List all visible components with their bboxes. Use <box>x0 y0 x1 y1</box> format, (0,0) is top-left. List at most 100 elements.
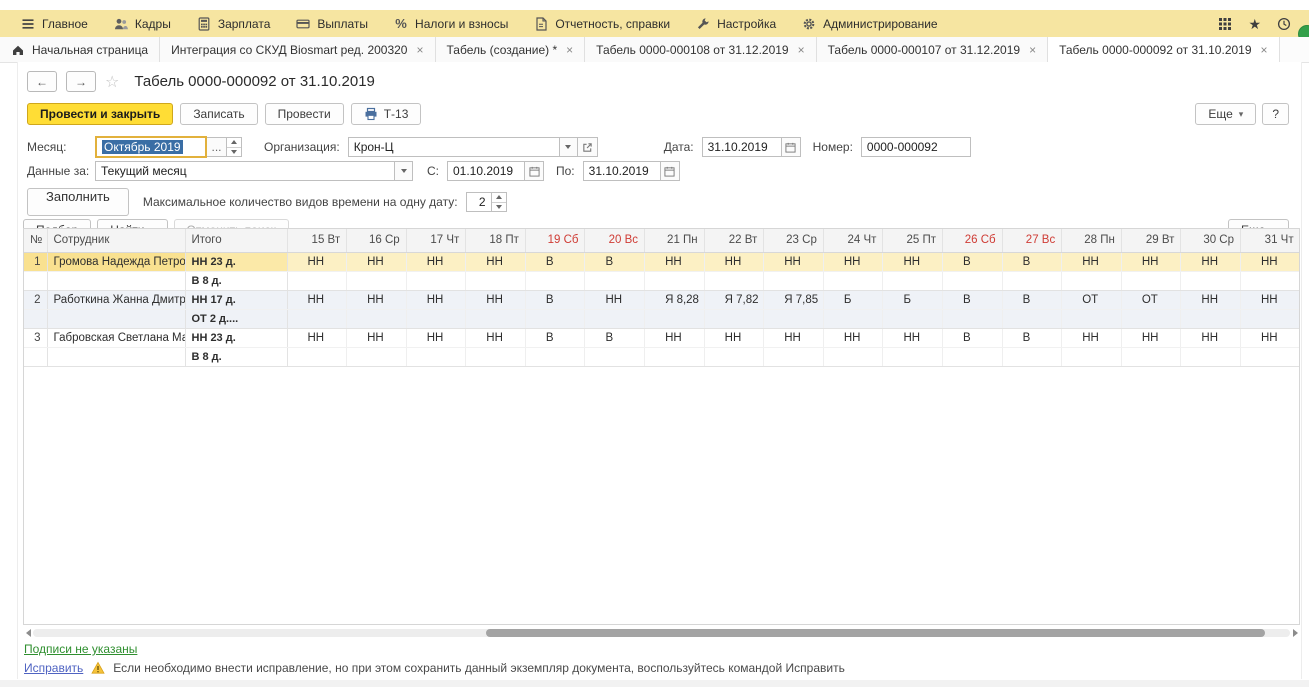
history-clock-icon[interactable] <box>1277 17 1291 31</box>
day-cell[interactable]: НН <box>764 328 824 347</box>
row-number-cell[interactable]: 1 <box>24 252 47 271</box>
day-cell[interactable] <box>823 309 883 328</box>
day-cell[interactable] <box>943 347 1003 366</box>
close-icon[interactable]: × <box>566 43 573 57</box>
day-cell[interactable] <box>883 271 943 290</box>
day-cell[interactable] <box>645 309 705 328</box>
day-cell[interactable]: НН <box>1062 328 1122 347</box>
total-cell[interactable]: ОТ 2 д.... <box>185 309 287 328</box>
total-cell[interactable]: НН 17 д. <box>185 290 287 309</box>
number-field[interactable]: 0000-000092 <box>861 137 971 157</box>
day-cell[interactable]: В <box>1002 290 1062 309</box>
day-cell[interactable]: В <box>943 290 1003 309</box>
menu-item-8[interactable]: Администрирование <box>789 10 950 37</box>
organization-field[interactable]: Крон-Ц <box>348 137 560 157</box>
day-cell[interactable]: НН <box>645 252 705 271</box>
employee-name-cell[interactable]: Громова Надежда Петровна <box>47 252 185 271</box>
day-cell[interactable] <box>704 271 764 290</box>
employee-name-cell[interactable] <box>47 271 185 290</box>
day-cell[interactable] <box>525 271 585 290</box>
favorite-star-icon[interactable]: ☆ <box>105 72 119 92</box>
apps-grid-icon[interactable] <box>1218 17 1232 31</box>
day-cell[interactable] <box>943 309 1003 328</box>
post-and-close-button[interactable]: Провести и закрыть <box>27 103 173 125</box>
day-cell[interactable] <box>1181 271 1241 290</box>
tab-4[interactable]: Табель 0000-000107 от 31.12.2019× <box>817 37 1048 62</box>
scroll-left-icon[interactable] <box>23 629 33 637</box>
day-cell[interactable]: НН <box>287 252 347 271</box>
day-cell[interactable]: НН <box>406 252 466 271</box>
day-cell[interactable]: В <box>585 252 645 271</box>
signatures-link[interactable]: Подписи не указаны <box>24 642 137 656</box>
day-cell[interactable] <box>943 271 1003 290</box>
forward-button[interactable]: → <box>66 71 96 92</box>
date-calendar-button[interactable] <box>782 137 801 157</box>
day-cell[interactable]: НН <box>883 252 943 271</box>
day-cell[interactable] <box>764 309 824 328</box>
employee-name-cell[interactable] <box>47 309 185 328</box>
day-cell[interactable]: НН <box>1181 328 1241 347</box>
period-field[interactable]: Текущий месяц <box>95 161 395 181</box>
menu-item-1[interactable]: Главное <box>8 10 101 37</box>
day-cell[interactable] <box>466 271 526 290</box>
day-cell[interactable]: Б <box>823 290 883 309</box>
day-cell[interactable] <box>1241 309 1301 328</box>
date-field[interactable]: 31.10.2019 <box>702 137 782 157</box>
day-cell[interactable] <box>823 271 883 290</box>
day-cell[interactable] <box>466 347 526 366</box>
row-number-cell[interactable] <box>24 309 47 328</box>
help-button[interactable]: ? <box>1262 103 1289 125</box>
day-cell[interactable]: В <box>525 328 585 347</box>
fill-button[interactable]: Заполнить <box>27 188 129 216</box>
day-cell[interactable]: НН <box>287 290 347 309</box>
day-cell[interactable]: НН <box>1181 290 1241 309</box>
day-cell[interactable]: НН <box>1181 252 1241 271</box>
day-cell[interactable] <box>1062 271 1122 290</box>
menu-item-5[interactable]: %Налоги и взносы <box>381 10 521 37</box>
tab-5-active[interactable]: Табель 0000-000092 от 31.10.2019× <box>1048 37 1279 62</box>
scroll-right-icon[interactable] <box>1290 629 1300 637</box>
day-cell[interactable]: НН <box>466 252 526 271</box>
day-cell[interactable] <box>525 347 585 366</box>
day-cell[interactable]: Я 7,85 <box>764 290 824 309</box>
day-cell[interactable]: НН <box>1121 328 1181 347</box>
row-number-cell[interactable]: 3 <box>24 328 47 347</box>
day-cell[interactable] <box>287 271 347 290</box>
max-types-stepper[interactable] <box>492 192 507 212</box>
day-cell[interactable] <box>1121 309 1181 328</box>
tab-3[interactable]: Табель 0000-000108 от 31.12.2019× <box>585 37 816 62</box>
day-cell[interactable]: НН <box>585 290 645 309</box>
more-button-top[interactable]: Еще▾ <box>1195 103 1256 125</box>
day-cell[interactable] <box>1121 271 1181 290</box>
day-cell[interactable]: НН <box>1241 252 1301 271</box>
close-icon[interactable]: × <box>416 43 423 57</box>
row-number-cell[interactable] <box>24 347 47 366</box>
day-cell[interactable] <box>347 271 407 290</box>
menu-item-4[interactable]: Выплаты <box>283 10 381 37</box>
day-cell[interactable] <box>287 347 347 366</box>
day-cell[interactable] <box>1002 347 1062 366</box>
day-cell[interactable]: НН <box>287 328 347 347</box>
tab-1[interactable]: Интеграция со СКУД Biosmart ред. 200320× <box>160 37 435 62</box>
total-cell[interactable]: НН 23 д. <box>185 252 287 271</box>
row-number-cell[interactable]: 2 <box>24 290 47 309</box>
day-cell[interactable] <box>347 347 407 366</box>
total-cell[interactable]: НН 23 д. <box>185 328 287 347</box>
day-cell[interactable]: НН <box>406 328 466 347</box>
menu-item-3[interactable]: Зарплата <box>184 10 284 37</box>
day-cell[interactable]: НН <box>347 290 407 309</box>
day-cell[interactable]: Б <box>883 290 943 309</box>
day-cell[interactable]: НН <box>823 328 883 347</box>
day-cell[interactable]: НН <box>347 252 407 271</box>
day-cell[interactable] <box>466 309 526 328</box>
month-stepper[interactable] <box>227 137 242 157</box>
day-cell[interactable] <box>406 347 466 366</box>
day-cell[interactable]: НН <box>704 328 764 347</box>
tab-2[interactable]: Табель (создание) *× <box>436 37 586 62</box>
write-button[interactable]: Записать <box>180 103 257 125</box>
day-cell[interactable]: В <box>585 328 645 347</box>
to-field[interactable]: 31.10.2019 <box>583 161 661 181</box>
day-cell[interactable] <box>347 309 407 328</box>
day-cell[interactable]: В <box>525 290 585 309</box>
employee-name-cell[interactable]: Работкина Жанна Дмитриевна <box>47 290 185 309</box>
